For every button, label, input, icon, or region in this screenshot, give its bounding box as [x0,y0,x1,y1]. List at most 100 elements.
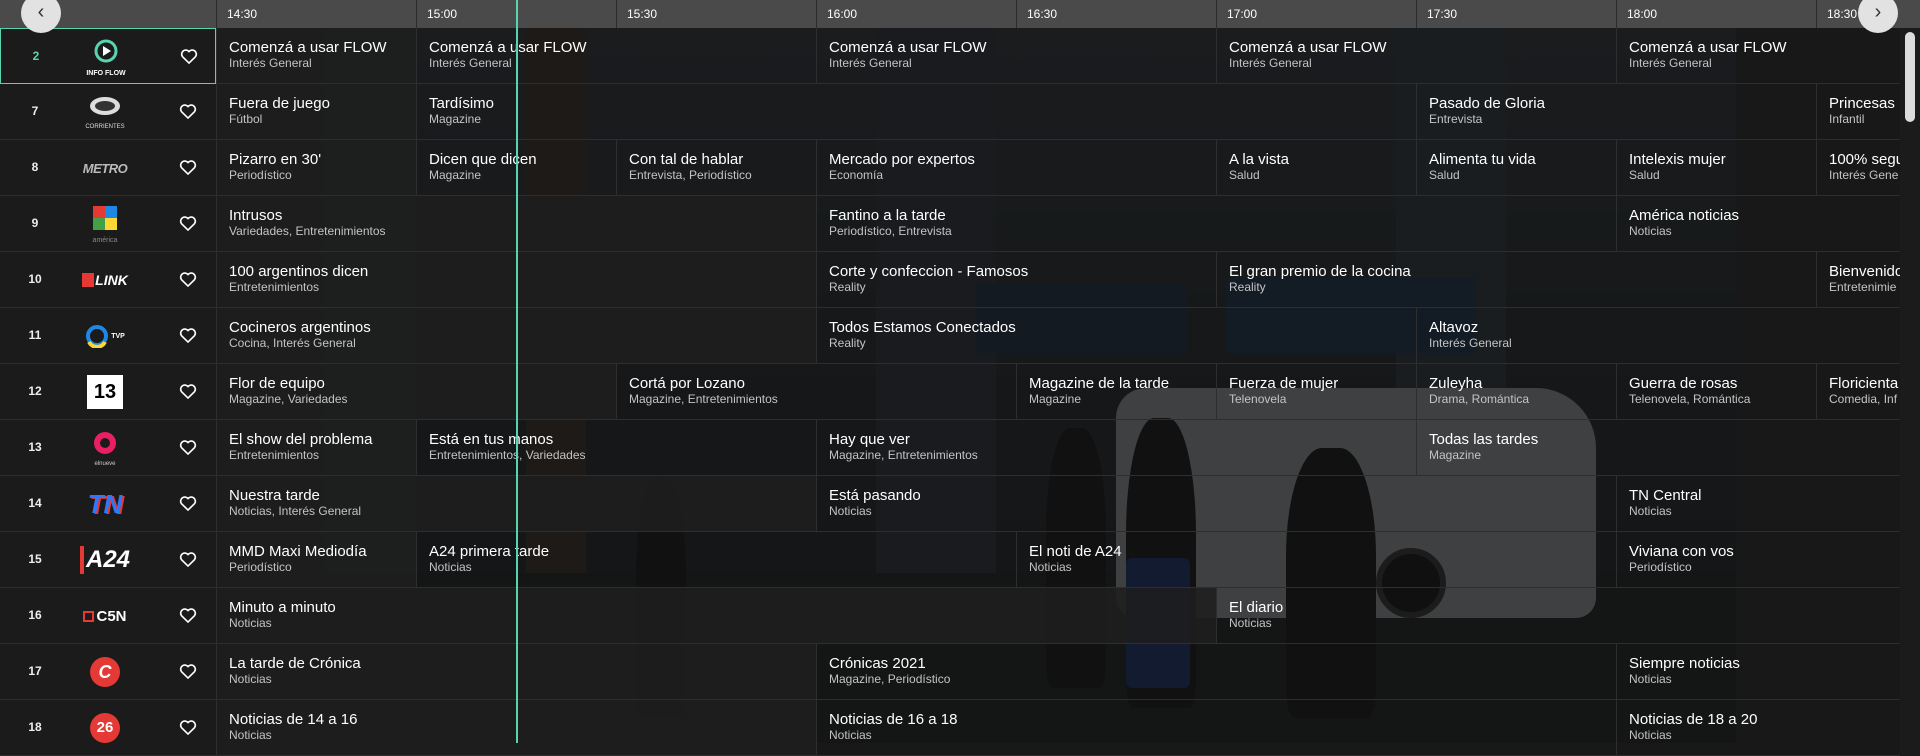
program-cell[interactable]: El show del problema Entretenimientos [216,420,416,476]
channel-number: 13 [28,440,42,454]
program-title: Comenzá a usar FLOW [1229,39,1387,56]
heart-icon[interactable] [178,157,198,177]
program-genre: Magazine [1029,392,1082,406]
channel-row-7[interactable]: 7 CORRIENTES [0,84,216,140]
channel-row-15[interactable]: 15 A24 [0,532,216,588]
program-cell[interactable]: Con tal de hablar Entrevista, Periodístic… [616,140,816,196]
program-cell[interactable]: Noticias de 16 a 18 Noticias [816,700,1616,756]
program-cell[interactable]: Comenzá a usar FLOW Interés General [216,28,416,84]
program-cell[interactable]: El noti de A24 Noticias [1016,532,1616,588]
program-cell[interactable]: Guerra de rosas Telenovela, Romántica [1616,364,1816,420]
program-cell[interactable]: Comenzá a usar FLOW Interés General [816,28,1216,84]
program-cell[interactable]: Cortá por Lozano Magazine, Entretenimient… [616,364,1016,420]
program-cell[interactable]: Intelexis mujer Salud [1616,140,1816,196]
heart-icon[interactable] [178,717,198,737]
channel-row-8[interactable]: 8 METRO [0,140,216,196]
program-genre: Periodístico, Entrevista [829,224,952,238]
program-title: Noticias de 18 a 20 [1629,711,1758,728]
program-cell[interactable]: Alimenta tu vida Salud [1416,140,1616,196]
program-cell[interactable]: Minuto a minuto Noticias [216,588,1216,644]
channel-number: 16 [28,608,42,622]
channel-row-13[interactable]: 13 elnueve [0,420,216,476]
program-genre: Comedia, Inf [1829,392,1898,406]
channel-row-2[interactable]: 2 INFO FLOW [0,28,216,84]
program-cell[interactable]: Comenzá a usar FLOW Interés General [1616,28,1900,84]
program-cell[interactable]: MMD Maxi Mediodía Periodístico [216,532,416,588]
program-genre: Variedades, Entretenimientos [229,224,386,238]
program-cell[interactable]: Comenzá a usar FLOW Interés General [1216,28,1616,84]
program-title: Fuera de juego [229,95,330,112]
program-cell[interactable]: Está pasando Noticias [816,476,1616,532]
program-cell[interactable]: Princesas Infantil [1816,84,1900,140]
program-title: El show del problema [229,431,373,448]
program-cell[interactable]: Fantino a la tarde Periodístico, Entrevis… [816,196,1616,252]
program-cell[interactable]: Noticias de 18 a 20 Noticias [1616,700,1900,756]
program-genre: Cocina, Interés General [229,336,356,350]
program-genre: Magazine, Periodístico [829,672,951,686]
program-cell[interactable]: Tardísimo Magazine [416,84,1416,140]
heart-icon[interactable] [178,493,198,513]
program-title: Dicen que dicen [429,151,537,168]
program-cell[interactable]: América noticias Noticias [1616,196,1900,252]
program-cell[interactable]: Está en tus manos Entretenimientos, Varie… [416,420,816,476]
program-cell[interactable]: Pasado de Gloria Entrevista [1416,84,1816,140]
program-genre: Noticias [829,728,872,742]
channel-row-14[interactable]: 14 TN [0,476,216,532]
program-title: Bienvenido [1829,263,1900,280]
program-cell[interactable]: Mercado por expertos Economía [816,140,1216,196]
heart-icon[interactable] [178,213,198,233]
program-title: El gran premio de la cocina [1229,263,1411,280]
program-cell[interactable]: Viviana con vos Periodístico [1616,532,1900,588]
program-cell[interactable]: Magazine de la tarde Magazine [1016,364,1216,420]
channel-row-16[interactable]: 16 C5N [0,588,216,644]
program-cell[interactable]: Flor de equipo Magazine, Variedades [216,364,616,420]
program-cell[interactable]: El diario Noticias [1216,588,1900,644]
program-genre: Noticias [1029,560,1072,574]
channel-row-10[interactable]: 10 LINK [0,252,216,308]
program-cell[interactable]: Crónicas 2021 Magazine, Periodístico [816,644,1616,700]
program-cell[interactable]: Floricienta Comedia, Inf [1816,364,1900,420]
heart-icon[interactable] [178,437,198,457]
channel-row-18[interactable]: 18 26 [0,700,216,756]
program-cell[interactable]: El gran premio de la cocina Reality [1216,252,1816,308]
channel-row-9[interactable]: 9 américa [0,196,216,252]
program-cell[interactable]: Comenzá a usar FLOW Interés General [416,28,816,84]
channel-number: 9 [31,216,39,230]
channel-row-11[interactable]: 11 TVP [0,308,216,364]
heart-icon[interactable] [178,381,198,401]
heart-icon[interactable] [178,549,198,569]
program-title: Magazine de la tarde [1029,375,1170,392]
program-title: Tardísimo [429,95,495,112]
program-cell[interactable]: Fuera de juego Fútbol [216,84,416,140]
program-genre: Magazine, Variedades [229,392,348,406]
heart-icon[interactable] [179,46,199,66]
program-title: Nuestra tarde [229,487,320,504]
time-slot-label: 16:00 [816,0,1016,28]
america-logo-icon: américa [82,204,128,244]
program-cell[interactable]: A24 primera tarde Noticias [416,532,1016,588]
program-genre: Periodístico [229,560,292,574]
program-cell[interactable]: A la vista Salud [1216,140,1416,196]
program-cell[interactable]: Corte y confeccion - Famosos Reality [816,252,1216,308]
channel-number: 10 [28,272,42,286]
heart-icon[interactable] [178,325,198,345]
heart-icon[interactable] [178,661,198,681]
program-cell[interactable]: Zuleyha Drama, Romántica [1416,364,1616,420]
program-cell[interactable]: Todas las tardes Magazine [1416,420,1900,476]
program-cell[interactable]: Pizarro en 30' Periodístico [216,140,416,196]
program-cell[interactable]: Hay que ver Magazine, Entretenimientos [816,420,1416,476]
program-cell[interactable]: TN Central Noticias [1616,476,1900,532]
program-cell[interactable]: Altavoz Interés General [1416,308,1900,364]
heart-icon[interactable] [178,101,198,121]
program-cell[interactable]: Fuerza de mujer Telenovela [1216,364,1416,420]
heart-icon[interactable] [178,605,198,625]
heart-icon[interactable] [178,269,198,289]
channel-row-17[interactable]: 17 C [0,644,216,700]
scrollbar-thumb[interactable] [1905,32,1915,122]
program-cell[interactable]: Todos Estamos Conectados Reality [816,308,1416,364]
program-genre: Noticias [1629,728,1672,742]
program-cell[interactable]: Bienvenido Entretenimie [1816,252,1900,308]
program-cell[interactable]: Siempre noticias Noticias [1616,644,1900,700]
program-cell[interactable]: 100% segu Interés Gene [1816,140,1900,196]
channel-row-12[interactable]: 12 13 [0,364,216,420]
